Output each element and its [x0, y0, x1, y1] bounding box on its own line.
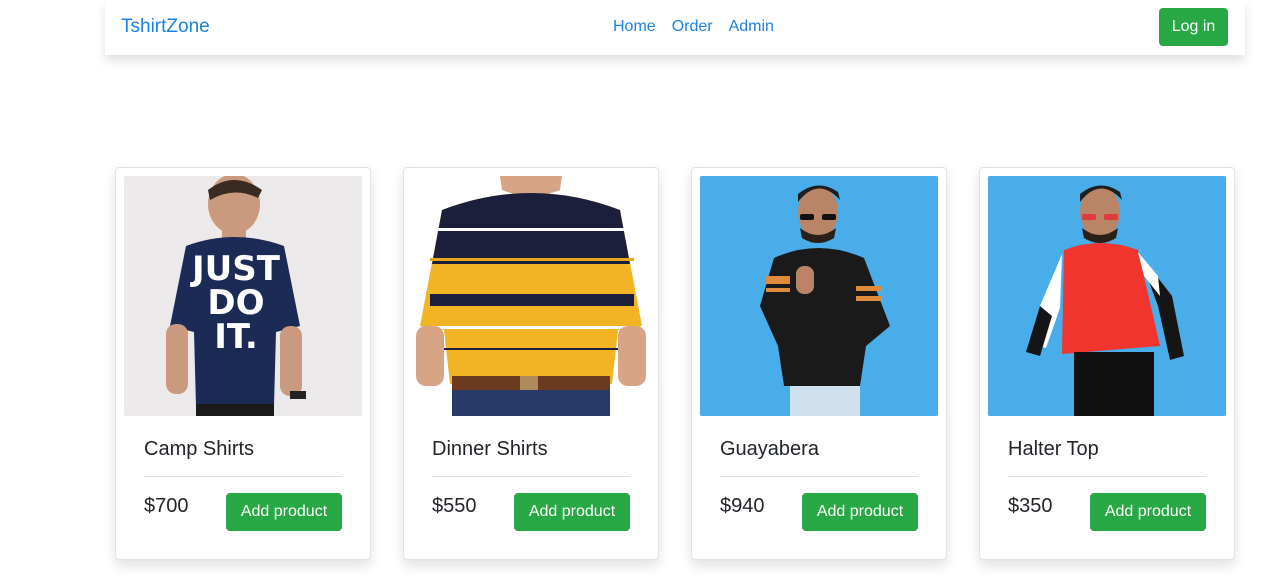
product-title: Guayabera [720, 438, 819, 460]
product-title: Halter Top [1008, 438, 1099, 460]
product-title: Camp Shirts [144, 438, 255, 460]
product-image-camp-shirts: JUST DO IT. [124, 176, 362, 416]
add-product-button[interactable]: Add product [514, 493, 630, 531]
product-card-camp-shirts: JUST DO IT. Camp Shirts $700 Add product [115, 167, 371, 560]
product-card-guayabera: Guayabera $940 Add product [691, 167, 947, 560]
product-price: $350 [1008, 495, 1053, 517]
nav-link-admin[interactable]: Admin [729, 18, 774, 36]
card-divider [720, 476, 918, 477]
brand-logo[interactable]: TshirtZone [121, 16, 210, 38]
product-price: $940 [720, 495, 765, 517]
add-product-button[interactable]: Add product [802, 493, 918, 531]
card-divider [432, 476, 630, 477]
product-price: $550 [432, 495, 477, 517]
product-card-halter-top: Halter Top $350 Add product [979, 167, 1235, 560]
product-price: $700 [144, 495, 189, 517]
navbar: TshirtZone Home Order Admin Log in [105, 0, 1245, 55]
product-card-dinner-shirts: Dinner Shirts $550 Add product [403, 167, 659, 560]
product-image-dinner-shirts [412, 176, 650, 416]
product-image-halter-top [988, 176, 1226, 416]
login-button[interactable]: Log in [1159, 8, 1228, 46]
shirt-print-line-3: IT. [214, 317, 258, 357]
nav-link-home[interactable]: Home [613, 18, 656, 36]
card-divider [144, 476, 342, 477]
add-product-button[interactable]: Add product [1090, 493, 1206, 531]
product-image-guayabera [700, 176, 938, 416]
card-divider [1008, 476, 1206, 477]
product-title: Dinner Shirts [432, 438, 548, 460]
nav-link-order[interactable]: Order [672, 18, 713, 36]
add-product-button[interactable]: Add product [226, 493, 342, 531]
nav-links: Home Order Admin [613, 18, 774, 36]
